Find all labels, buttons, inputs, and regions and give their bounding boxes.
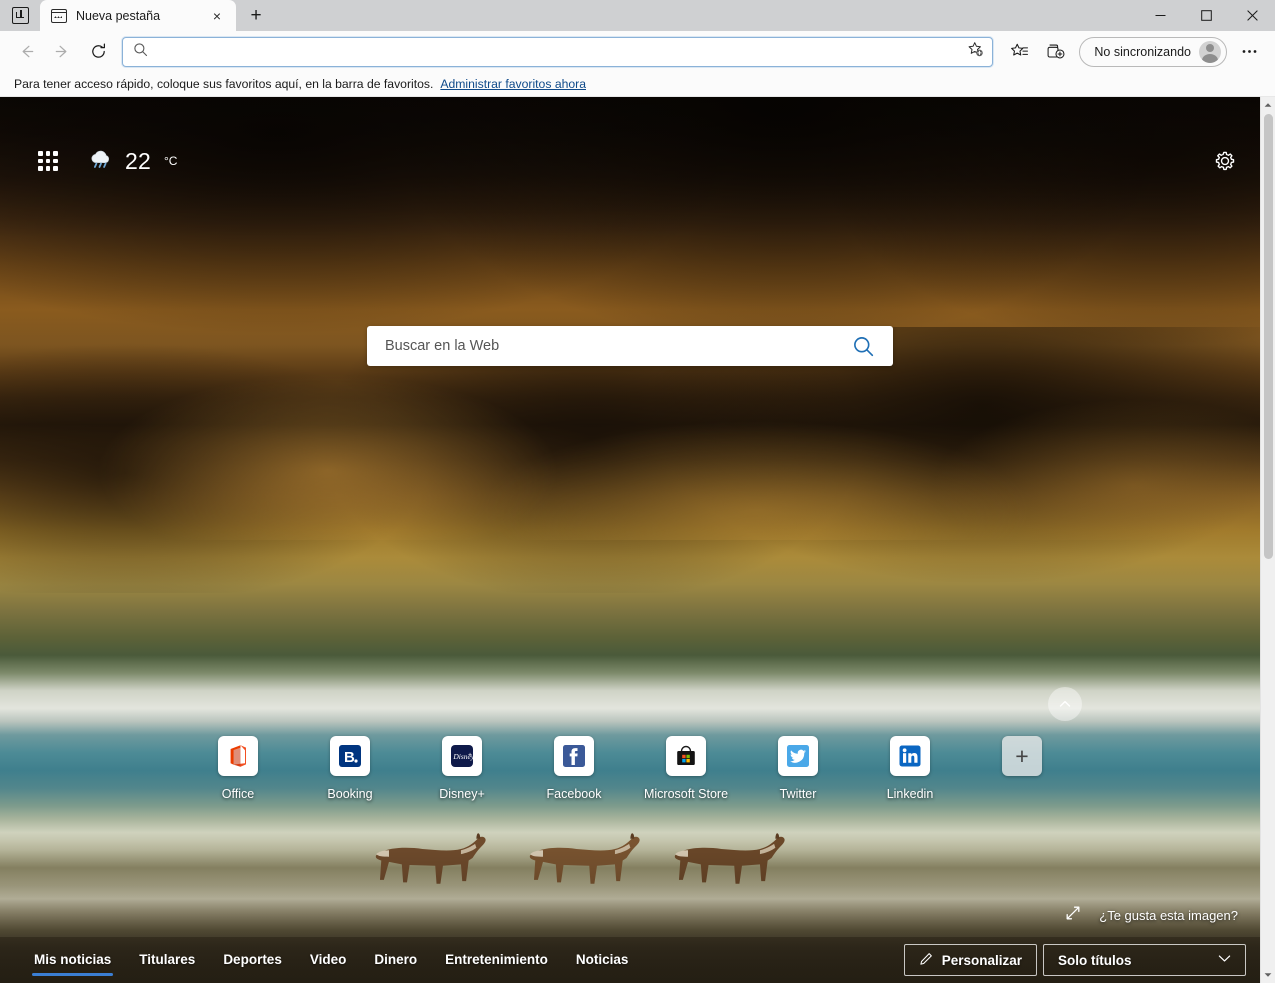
page-settings-button[interactable] [1214,150,1236,172]
collections-button[interactable] [1037,36,1073,68]
browser-toolbar: No sincronizando [0,31,1275,72]
shortcut-tile-label: Booking [327,787,373,801]
background-vignette [0,97,1260,983]
tab-title: Nueva pestaña [76,8,161,23]
shortcut-tile-label: Microsoft Store [643,787,729,801]
shortcut-tile-label: Office [221,787,255,801]
page-viewport: 22 °C Buscar en la Web Office B Booking … [0,97,1275,983]
expand-arrow-icon[interactable] [1065,905,1081,926]
web-search-submit-icon[interactable] [848,331,879,362]
news-tab-titulares[interactable]: Titulares [125,945,209,975]
svg-text:B: B [344,749,355,766]
news-tab-noticias[interactable]: Noticias [562,945,643,975]
manage-favorites-link[interactable]: Administrar favoritos ahora [440,77,586,91]
settings-and-more-button[interactable] [1231,36,1267,68]
news-category-tabs: Mis noticias Titulares Deportes Video Di… [20,945,643,976]
shortcut-tile-booking[interactable]: B Booking [294,736,406,801]
scrollbar-down-arrow[interactable] [1261,967,1275,983]
add-shortcut-tile-button[interactable]: + [966,736,1078,801]
add-tile-label: + [1015,742,1029,769]
facebook-icon [554,736,594,776]
shortcut-tile-label: Twitter [779,787,817,801]
linkedin-icon [890,736,930,776]
profile-sync-button[interactable]: No sincronizando [1079,36,1227,67]
scrollbar-up-arrow[interactable] [1261,97,1275,113]
news-feed-bar: Mis noticias Titulares Deportes Video Di… [0,937,1260,983]
new-tab-page: 22 °C Buscar en la Web Office B Booking … [0,97,1260,983]
shortcut-tile-label: Disney+ [439,787,485,801]
minimize-button[interactable] [1137,0,1183,31]
title-bar: Nueva pestaña × + [0,0,1275,31]
shortcut-tile-label: Facebook [546,787,602,801]
back-button[interactable] [8,36,44,68]
news-tab-dinero[interactable]: Dinero [360,945,431,975]
pencil-icon [919,952,933,969]
scrollbar-thumb[interactable] [1264,114,1273,559]
news-tab-entretenimiento[interactable]: Entretenimiento [431,945,562,975]
news-tab-deportes[interactable]: Deportes [209,945,296,975]
search-icon [133,42,148,62]
shortcut-tile-label: Linkedin [886,787,934,801]
office-icon [218,736,258,776]
browser-tab[interactable]: Nueva pestaña × [40,0,236,31]
chevron-down-icon [1216,950,1233,970]
favorites-bar-hint: Para tener acceso rápido, coloque sus fa… [14,77,434,91]
plus-icon: + [1002,736,1042,776]
image-feedback-label: ¿Te gusta esta imagen? [1099,908,1238,923]
favorites-hub-button[interactable] [1001,36,1037,68]
web-search-box[interactable] [367,326,893,366]
browser-window: Nueva pestaña × + No sincronizando Para … [0,0,1275,983]
feed-layout-value: Solo títulos [1058,952,1132,968]
forward-button[interactable] [44,36,80,68]
app-launcher-icon[interactable] [38,151,58,171]
avatar [1199,40,1221,63]
news-feed-controls: Personalizar Solo títulos [903,944,1246,976]
favorites-bar: Para tener acceso rápido, coloque sus fa… [0,72,1275,97]
close-tab-button[interactable]: × [206,5,228,27]
web-search-input[interactable] [385,338,848,354]
twitter-icon [778,736,818,776]
svg-text:+: + [468,752,472,759]
address-bar[interactable] [122,36,994,67]
weather-temperature: 22 [125,147,151,174]
shortcut-tile-linkedin[interactable]: Linkedin [854,736,966,801]
shortcut-tile-microsoft-store[interactable]: Microsoft Store [630,736,742,801]
microsoft-store-icon [666,736,706,776]
shortcut-tiles: Office B Booking Disney + Disney+ Facebo… [0,736,1260,801]
sync-status-label: No sincronizando [1094,44,1191,59]
maximize-button[interactable] [1183,0,1229,31]
news-tab-video[interactable]: Video [296,945,361,975]
ntp-top-bar: 22 °C [0,141,1260,181]
booking-icon: B [330,736,370,776]
vertical-tabs-toggle-button[interactable] [0,0,40,31]
weather-unit: °C [163,154,178,168]
shortcut-tile-twitter[interactable]: Twitter [742,736,854,801]
disney-plus-icon: Disney + [442,736,482,776]
weather-widget[interactable]: 22 °C [88,147,177,176]
new-tab-page-favicon-icon [50,8,68,23]
rain-cloud-icon [88,147,114,176]
feed-layout-select[interactable]: Solo títulos [1043,944,1246,976]
scroll-to-content-button[interactable] [1048,687,1082,721]
add-favorite-icon[interactable] [967,41,984,63]
new-tab-button[interactable]: + [241,2,271,29]
shortcut-tile-office[interactable]: Office [182,736,294,801]
close-window-button[interactable] [1229,0,1275,31]
news-tab-mis-noticias[interactable]: Mis noticias [20,945,125,976]
customize-label: Personalizar [941,952,1022,968]
address-input[interactable] [156,44,960,59]
refresh-button[interactable] [80,36,116,68]
image-feedback[interactable]: ¿Te gusta esta imagen? [1065,905,1238,926]
vertical-tabs-icon [11,7,29,24]
customize-button[interactable]: Personalizar [903,944,1037,976]
window-controls [1137,0,1275,31]
shortcut-tile-facebook[interactable]: Facebook [518,736,630,801]
page-scrollbar[interactable] [1260,97,1275,983]
shortcut-tile-disney-plus[interactable]: Disney + Disney+ [406,736,518,801]
